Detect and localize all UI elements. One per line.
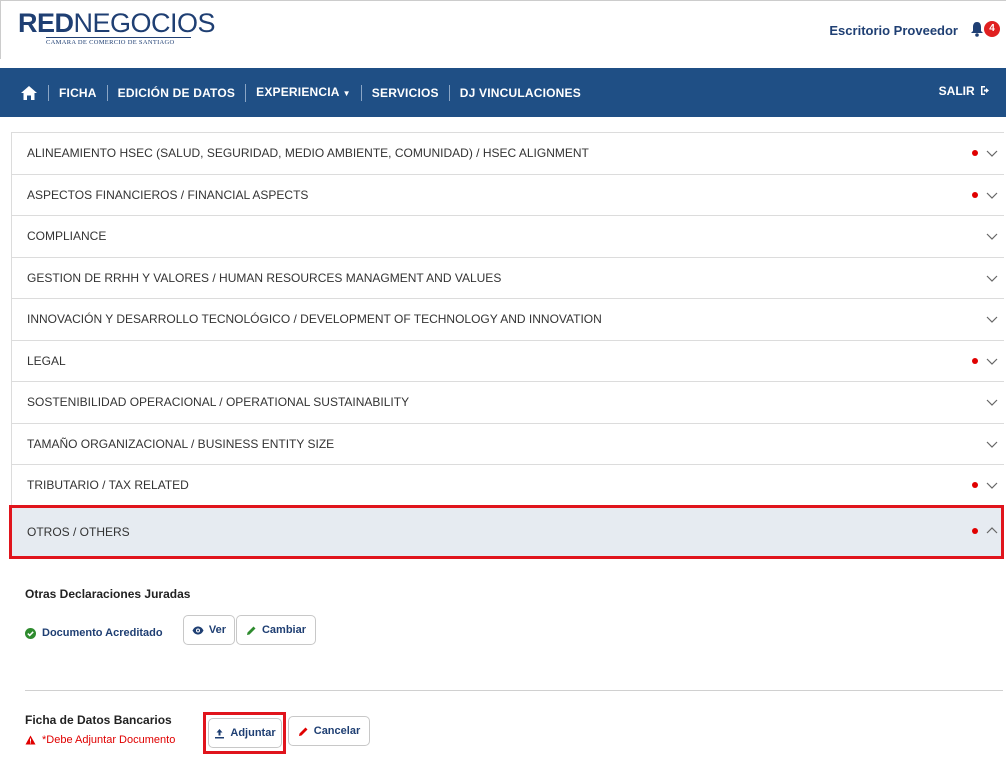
alert-dot-icon (972, 482, 978, 488)
chevron-down-icon (986, 399, 998, 406)
accordion-row-label: INNOVACIÓN Y DESARROLLO TECNOLÓGICO / DE… (27, 312, 602, 327)
accordion-row-rrhh[interactable]: GESTION DE RRHH Y VALORES / HUMAN RESOUR… (12, 258, 1004, 299)
accordion-row-otros[interactable]: OTROS / OTHERS (9, 504, 1004, 559)
cancelar-button[interactable]: Cancelar (288, 716, 370, 746)
nav-experiencia[interactable]: EXPERIENCIA ▼ (245, 83, 361, 102)
status-text: Documento Acreditado (42, 627, 163, 639)
accordion-row-compliance[interactable]: COMPLIANCE (12, 216, 1004, 258)
accordion-row-hsec[interactable]: ALINEAMIENTO HSEC (SALUD, SEGURIDAD, MED… (12, 133, 1004, 175)
nav-dj-vinculaciones[interactable]: DJ VINCULACIONES (448, 84, 591, 101)
chevron-down-icon (986, 482, 998, 489)
chevron-down-icon (986, 316, 998, 323)
check-circle-icon (25, 627, 36, 639)
ver-label: Ver (208, 624, 227, 636)
accordion-row-tributario[interactable]: TRIBUTARIO / TAX RELATED (12, 465, 1004, 507)
nav-servicios[interactable]: SERVICIOS (360, 84, 449, 101)
accordion-row-label: TRIBUTARIO / TAX RELATED (27, 478, 189, 493)
accordion-row-tamano[interactable]: TAMAÑO ORGANIZACIONAL / BUSINESS ENTITY … (12, 424, 1004, 465)
rednegocios-logo[interactable]: REDNEGOCIOS CAMARA DE COMERCIO DE SANTIA… (18, 8, 216, 47)
bell-icon[interactable] (970, 21, 984, 37)
eye-icon (192, 626, 204, 634)
section-divider (25, 690, 1003, 691)
warning-icon (25, 735, 36, 745)
escritorio-proveedor-link[interactable]: Escritorio Proveedor (829, 23, 958, 38)
caret-down-icon: ▼ (342, 88, 351, 98)
accordion-row-innovacion[interactable]: INNOVACIÓN Y DESARROLLO TECNOLÓGICO / DE… (12, 299, 1004, 341)
chevron-down-icon (986, 233, 998, 240)
accordion-row-sostenibilidad[interactable]: SOSTENIBILIDAD OPERACIONAL / OPERATIONAL… (12, 382, 1004, 424)
accordion-row-legal[interactable]: LEGAL (12, 341, 1004, 382)
pencil-icon (298, 727, 308, 736)
top-header: REDNEGOCIOS CAMARA DE COMERCIO DE SANTIA… (0, 0, 1006, 59)
alert-dot-icon (972, 527, 978, 534)
status-debe-adjuntar: *Debe Adjuntar Documento (25, 725, 175, 755)
chevron-down-icon (986, 358, 998, 365)
logo-subtitle: CAMARA DE COMERCIO DE SANTIAGO (46, 37, 191, 46)
logout-icon (981, 86, 989, 95)
cambiar-label: Cambiar (261, 624, 307, 636)
nav-edicion-datos[interactable]: EDICIÓN DE DATOS (106, 84, 245, 101)
main-navbar: FICHA EDICIÓN DE DATOS EXPERIENCIA ▼ SERV… (0, 68, 1006, 117)
accordion-row-label: OTROS / OTHERS (27, 524, 130, 539)
accordion-row-label: COMPLIANCE (27, 229, 107, 244)
chevron-down-icon (986, 441, 998, 448)
chevron-down-icon (986, 275, 998, 282)
chevron-down-icon (986, 150, 998, 157)
section-title-otras-declaraciones: Otras Declaraciones Juradas (25, 587, 191, 601)
status-documento-acreditado: Documento Acreditado (25, 627, 163, 639)
alert-dot-icon (972, 357, 978, 364)
cambiar-button[interactable]: Cambiar (236, 615, 316, 645)
notification-badge[interactable]: 4 (984, 21, 1000, 37)
criteria-accordion: ALINEAMIENTO HSEC (SALUD, SEGURIDAD, MED… (9, 132, 1004, 559)
accordion-row-label: GESTION DE RRHH Y VALORES / HUMAN RESOUR… (27, 270, 502, 285)
nav-ficha[interactable]: FICHA (48, 84, 107, 101)
accordion-row-label: ASPECTOS FINANCIEROS / FINANCIAL ASPECTS (27, 187, 309, 202)
accordion-row-label: TAMAÑO ORGANIZACIONAL / BUSINESS ENTITY … (27, 436, 335, 451)
chevron-up-icon (986, 526, 998, 533)
salir-button[interactable]: SALIR (939, 84, 992, 98)
status-text: *Debe Adjuntar Documento (42, 734, 176, 746)
pencil-icon (246, 626, 256, 635)
alert-dot-icon (972, 150, 978, 156)
alert-dot-icon (972, 191, 978, 198)
nav-experiencia-label: EXPERIENCIA (256, 84, 340, 99)
salir-label: SALIR (938, 84, 975, 98)
logo-negocios-text: NEGOCIOS (73, 8, 216, 38)
accordion-row-label: SOSTENIBILIDAD OPERACIONAL / OPERATIONAL… (27, 395, 410, 410)
adjuntar-highlight-box (203, 712, 286, 754)
accordion-row-label: LEGAL (27, 353, 66, 368)
accordion-row-label: ALINEAMIENTO HSEC (SALUD, SEGURIDAD, MED… (27, 146, 589, 161)
logo-red-text: RED (18, 8, 74, 38)
chevron-down-icon (986, 192, 998, 199)
cancelar-label: Cancelar (313, 725, 361, 737)
home-icon[interactable] (20, 85, 38, 101)
accordion-row-financieros[interactable]: ASPECTOS FINANCIEROS / FINANCIAL ASPECTS (12, 175, 1004, 216)
ver-button[interactable]: Ver (183, 615, 235, 645)
